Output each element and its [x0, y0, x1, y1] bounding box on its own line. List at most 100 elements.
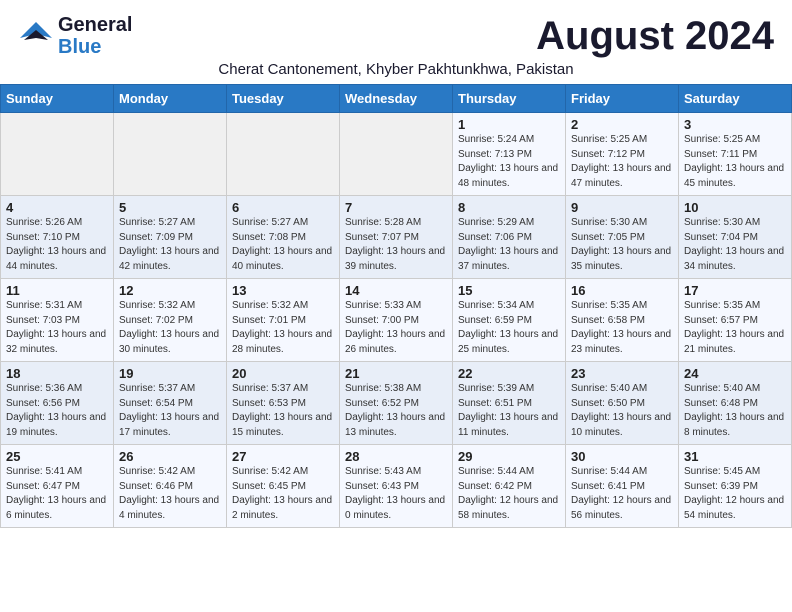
calendar-cell: 7Sunrise: 5:28 AM Sunset: 7:07 PM Daylig…: [340, 196, 453, 279]
weekday-header-monday: Monday: [114, 85, 227, 113]
day-info: Sunrise: 5:31 AM Sunset: 7:03 PM Dayligh…: [6, 299, 108, 357]
calendar-cell: 24Sunrise: 5:40 AM Sunset: 6:48 PM Dayli…: [679, 362, 792, 445]
day-number: 5: [119, 200, 221, 215]
calendar-cell: 22Sunrise: 5:39 AM Sunset: 6:51 PM Dayli…: [453, 362, 566, 445]
calendar-cell: 15Sunrise: 5:34 AM Sunset: 6:59 PM Dayli…: [453, 279, 566, 362]
day-info: Sunrise: 5:44 AM Sunset: 6:42 PM Dayligh…: [458, 465, 560, 523]
day-number: 30: [571, 449, 673, 464]
day-info: Sunrise: 5:30 AM Sunset: 7:04 PM Dayligh…: [684, 216, 786, 274]
day-number: 10: [684, 200, 786, 215]
day-number: 24: [684, 366, 786, 381]
logo-general: General: [58, 14, 132, 36]
day-info: Sunrise: 5:32 AM Sunset: 7:02 PM Dayligh…: [119, 299, 221, 357]
calendar-cell: 20Sunrise: 5:37 AM Sunset: 6:53 PM Dayli…: [227, 362, 340, 445]
calendar-cell: [340, 113, 453, 196]
calendar-cell: 26Sunrise: 5:42 AM Sunset: 6:46 PM Dayli…: [114, 445, 227, 528]
calendar-cell: 28Sunrise: 5:43 AM Sunset: 6:43 PM Dayli…: [340, 445, 453, 528]
day-info: Sunrise: 5:27 AM Sunset: 7:09 PM Dayligh…: [119, 216, 221, 274]
day-info: Sunrise: 5:39 AM Sunset: 6:51 PM Dayligh…: [458, 382, 560, 440]
calendar-week-4: 18Sunrise: 5:36 AM Sunset: 6:56 PM Dayli…: [1, 362, 792, 445]
day-number: 29: [458, 449, 560, 464]
calendar-week-5: 25Sunrise: 5:41 AM Sunset: 6:47 PM Dayli…: [1, 445, 792, 528]
weekday-header-thursday: Thursday: [453, 85, 566, 113]
calendar-cell: [227, 113, 340, 196]
logo-blue: Blue: [58, 36, 101, 58]
location-subtitle: Cherat Cantonement, Khyber Pakhtunkhwa, …: [18, 61, 774, 78]
calendar-cell: 2Sunrise: 5:25 AM Sunset: 7:12 PM Daylig…: [566, 113, 679, 196]
calendar-cell: 30Sunrise: 5:44 AM Sunset: 6:41 PM Dayli…: [566, 445, 679, 528]
day-info: Sunrise: 5:26 AM Sunset: 7:10 PM Dayligh…: [6, 216, 108, 274]
calendar-cell: 16Sunrise: 5:35 AM Sunset: 6:58 PM Dayli…: [566, 279, 679, 362]
calendar-table: SundayMondayTuesdayWednesdayThursdayFrid…: [0, 84, 792, 528]
calendar-cell: 5Sunrise: 5:27 AM Sunset: 7:09 PM Daylig…: [114, 196, 227, 279]
calendar-cell: 31Sunrise: 5:45 AM Sunset: 6:39 PM Dayli…: [679, 445, 792, 528]
calendar-cell: 13Sunrise: 5:32 AM Sunset: 7:01 PM Dayli…: [227, 279, 340, 362]
day-number: 1: [458, 117, 560, 132]
day-number: 12: [119, 283, 221, 298]
day-number: 17: [684, 283, 786, 298]
weekday-header-saturday: Saturday: [679, 85, 792, 113]
logo-icon: [18, 18, 54, 54]
day-number: 23: [571, 366, 673, 381]
calendar-cell: 17Sunrise: 5:35 AM Sunset: 6:57 PM Dayli…: [679, 279, 792, 362]
day-info: Sunrise: 5:25 AM Sunset: 7:11 PM Dayligh…: [684, 133, 786, 191]
day-info: Sunrise: 5:28 AM Sunset: 7:07 PM Dayligh…: [345, 216, 447, 274]
day-number: 20: [232, 366, 334, 381]
day-info: Sunrise: 5:37 AM Sunset: 6:53 PM Dayligh…: [232, 382, 334, 440]
day-info: Sunrise: 5:33 AM Sunset: 7:00 PM Dayligh…: [345, 299, 447, 357]
weekday-header-sunday: Sunday: [1, 85, 114, 113]
day-number: 21: [345, 366, 447, 381]
day-info: Sunrise: 5:42 AM Sunset: 6:45 PM Dayligh…: [232, 465, 334, 523]
day-info: Sunrise: 5:37 AM Sunset: 6:54 PM Dayligh…: [119, 382, 221, 440]
day-number: 16: [571, 283, 673, 298]
day-info: Sunrise: 5:40 AM Sunset: 6:48 PM Dayligh…: [684, 382, 786, 440]
day-info: Sunrise: 5:27 AM Sunset: 7:08 PM Dayligh…: [232, 216, 334, 274]
calendar-week-1: 1Sunrise: 5:24 AM Sunset: 7:13 PM Daylig…: [1, 113, 792, 196]
day-number: 3: [684, 117, 786, 132]
day-info: Sunrise: 5:41 AM Sunset: 6:47 PM Dayligh…: [6, 465, 108, 523]
weekday-header-friday: Friday: [566, 85, 679, 113]
day-info: Sunrise: 5:45 AM Sunset: 6:39 PM Dayligh…: [684, 465, 786, 523]
calendar-cell: 14Sunrise: 5:33 AM Sunset: 7:00 PM Dayli…: [340, 279, 453, 362]
calendar-cell: 1Sunrise: 5:24 AM Sunset: 7:13 PM Daylig…: [453, 113, 566, 196]
page-wrapper: General Blue August 2024 Cherat Cantonem…: [0, 0, 792, 528]
day-number: 8: [458, 200, 560, 215]
day-info: Sunrise: 5:38 AM Sunset: 6:52 PM Dayligh…: [345, 382, 447, 440]
day-number: 31: [684, 449, 786, 464]
day-info: Sunrise: 5:43 AM Sunset: 6:43 PM Dayligh…: [345, 465, 447, 523]
day-info: Sunrise: 5:29 AM Sunset: 7:06 PM Dayligh…: [458, 216, 560, 274]
logo: General Blue: [18, 14, 132, 58]
day-info: Sunrise: 5:44 AM Sunset: 6:41 PM Dayligh…: [571, 465, 673, 523]
calendar-cell: 29Sunrise: 5:44 AM Sunset: 6:42 PM Dayli…: [453, 445, 566, 528]
day-info: Sunrise: 5:35 AM Sunset: 6:57 PM Dayligh…: [684, 299, 786, 357]
day-info: Sunrise: 5:36 AM Sunset: 6:56 PM Dayligh…: [6, 382, 108, 440]
day-number: 19: [119, 366, 221, 381]
day-number: 7: [345, 200, 447, 215]
day-number: 13: [232, 283, 334, 298]
day-number: 4: [6, 200, 108, 215]
calendar-cell: 23Sunrise: 5:40 AM Sunset: 6:50 PM Dayli…: [566, 362, 679, 445]
weekday-header-row: SundayMondayTuesdayWednesdayThursdayFrid…: [1, 85, 792, 113]
logo-text: General Blue: [58, 14, 132, 58]
day-info: Sunrise: 5:34 AM Sunset: 6:59 PM Dayligh…: [458, 299, 560, 357]
day-number: 27: [232, 449, 334, 464]
calendar-cell: 8Sunrise: 5:29 AM Sunset: 7:06 PM Daylig…: [453, 196, 566, 279]
calendar-cell: 25Sunrise: 5:41 AM Sunset: 6:47 PM Dayli…: [1, 445, 114, 528]
day-info: Sunrise: 5:40 AM Sunset: 6:50 PM Dayligh…: [571, 382, 673, 440]
calendar-cell: 3Sunrise: 5:25 AM Sunset: 7:11 PM Daylig…: [679, 113, 792, 196]
calendar-cell: 9Sunrise: 5:30 AM Sunset: 7:05 PM Daylig…: [566, 196, 679, 279]
day-number: 25: [6, 449, 108, 464]
header-row: General Blue August 2024: [0, 0, 792, 61]
calendar-cell: 12Sunrise: 5:32 AM Sunset: 7:02 PM Dayli…: [114, 279, 227, 362]
calendar-week-3: 11Sunrise: 5:31 AM Sunset: 7:03 PM Dayli…: [1, 279, 792, 362]
calendar-cell: 6Sunrise: 5:27 AM Sunset: 7:08 PM Daylig…: [227, 196, 340, 279]
day-info: Sunrise: 5:35 AM Sunset: 6:58 PM Dayligh…: [571, 299, 673, 357]
day-number: 9: [571, 200, 673, 215]
day-number: 22: [458, 366, 560, 381]
calendar-cell: [114, 113, 227, 196]
day-number: 15: [458, 283, 560, 298]
day-info: Sunrise: 5:30 AM Sunset: 7:05 PM Dayligh…: [571, 216, 673, 274]
day-number: 11: [6, 283, 108, 298]
day-number: 18: [6, 366, 108, 381]
day-number: 26: [119, 449, 221, 464]
